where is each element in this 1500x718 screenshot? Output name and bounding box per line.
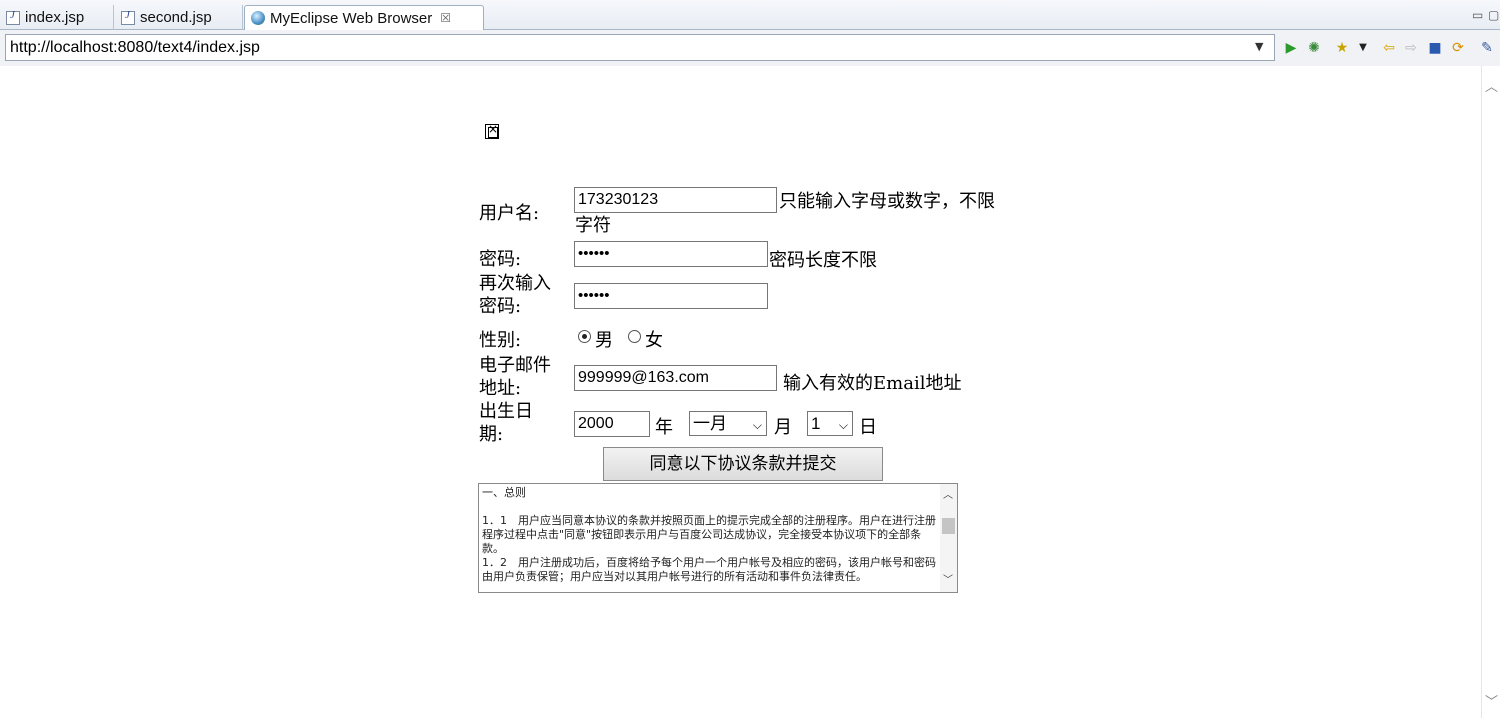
chevron-down-icon[interactable]: ▼ bbox=[1255, 40, 1263, 53]
eclipse-icon[interactable]: ✎ bbox=[1478, 39, 1496, 57]
tab-web-browser[interactable]: MyEclipse Web Browser ☒ bbox=[244, 5, 484, 30]
confirm-password-label: 再次输入密码: bbox=[479, 273, 551, 317]
birthdate-label: 出生日期: bbox=[479, 401, 533, 445]
browser-toolbar: http://localhost:8080/text4/index.jsp ▼ … bbox=[0, 30, 1500, 66]
stop-icon[interactable]: ■ bbox=[1426, 39, 1444, 57]
agreement-textarea[interactable]: 一、总则 1．1 用户应当同意本协议的条款并按照页面上的提示完成全部的注册程序。… bbox=[478, 483, 958, 593]
radio-checked-icon[interactable] bbox=[578, 330, 591, 343]
tab-label: second.jsp bbox=[140, 9, 212, 26]
bookmark-icon[interactable]: ★ bbox=[1333, 39, 1351, 57]
globe-icon bbox=[251, 11, 265, 25]
debug-icon[interactable]: ✺ bbox=[1305, 39, 1323, 57]
gender-label: 性别: bbox=[479, 330, 522, 351]
gender-male-radio[interactable] bbox=[578, 330, 592, 344]
go-icon[interactable]: ▶ bbox=[1282, 39, 1300, 57]
gender-female-radio[interactable] bbox=[628, 330, 642, 344]
agreement-text: 一、总则 1．1 用户应当同意本协议的条款并按照页面上的提示完成全部的注册程序。… bbox=[482, 486, 937, 584]
jsp-file-icon bbox=[121, 9, 135, 25]
scroll-up-icon[interactable]: ︿ bbox=[943, 486, 953, 501]
password-hint: 密码长度不限 bbox=[769, 250, 877, 271]
gender-male-label: 男 bbox=[595, 330, 613, 351]
gender-female-label: 女 bbox=[645, 330, 663, 351]
back-icon[interactable]: ⇦ bbox=[1380, 39, 1398, 57]
day-unit: 日 bbox=[859, 417, 877, 438]
refresh-icon[interactable]: ⟳ bbox=[1449, 39, 1467, 57]
page-scrollbar[interactable]: ︿ ﹀ bbox=[1481, 66, 1500, 718]
password-input[interactable]: •••••• bbox=[574, 241, 768, 267]
maximize-icon[interactable]: ▢ bbox=[1488, 8, 1499, 22]
agreement-clause: 1．2 用户注册成功后，百度将给予每个用户一个用户帐号及相应的密码，该用户帐号和… bbox=[482, 556, 936, 583]
chevron-down-icon: ⌵ bbox=[838, 418, 848, 432]
jsp-file-icon bbox=[6, 9, 20, 25]
year-unit: 年 bbox=[655, 417, 673, 438]
tab-label: index.jsp bbox=[25, 9, 85, 26]
agreement-scrollbar[interactable]: ︿ ﹀ bbox=[940, 484, 957, 592]
scroll-down-icon[interactable]: ﹀ bbox=[1485, 691, 1498, 710]
username-label: 用户名: bbox=[479, 203, 540, 224]
month-value: 一月 bbox=[693, 414, 727, 433]
editor-tab-bar: index.jsp second.jsp MyEclipse Web Brows… bbox=[0, 0, 1500, 30]
confirm-password-input[interactable]: •••••• bbox=[574, 283, 768, 309]
scroll-thumb[interactable] bbox=[942, 518, 955, 534]
chevron-down-icon: ⌵ bbox=[752, 418, 762, 432]
agreement-blank-line bbox=[482, 500, 937, 514]
email-label: 电子邮件地址: bbox=[479, 355, 551, 399]
email-hint: 输入有效的Email地址 bbox=[783, 373, 962, 394]
submit-button[interactable]: 同意以下协议条款并提交 bbox=[603, 447, 883, 481]
close-tab-icon[interactable]: ☒ bbox=[440, 11, 451, 25]
username-hint: 只能输入字母或数字，不限字符 bbox=[575, 191, 995, 236]
broken-image-icon bbox=[485, 122, 499, 139]
chevron-down-icon[interactable]: ▼ bbox=[1354, 39, 1372, 57]
scroll-up-icon[interactable]: ︿ bbox=[1485, 76, 1498, 95]
birth-month-select[interactable]: 一月 ⌵ bbox=[689, 411, 767, 436]
tab-second-jsp[interactable]: second.jsp bbox=[115, 5, 243, 30]
agreement-clause: 1．1 用户应当同意本协议的条款并按照页面上的提示完成全部的注册程序。用户在进行… bbox=[482, 514, 936, 555]
birth-year-input[interactable]: 2000 bbox=[574, 411, 650, 437]
minimize-icon[interactable]: ▭ bbox=[1472, 8, 1483, 22]
forward-icon[interactable]: ⇨ bbox=[1402, 39, 1420, 57]
birth-day-select[interactable]: 1 ⌵ bbox=[807, 411, 853, 436]
radio-unchecked-icon[interactable] bbox=[628, 330, 641, 343]
password-label: 密码: bbox=[479, 249, 522, 270]
tab-index-jsp[interactable]: index.jsp bbox=[0, 5, 114, 30]
scroll-down-icon[interactable]: ﹀ bbox=[943, 571, 953, 586]
day-value: 1 bbox=[811, 414, 821, 433]
month-unit: 月 bbox=[774, 417, 792, 438]
url-input[interactable]: http://localhost:8080/text4/index.jsp bbox=[5, 34, 1275, 61]
agreement-heading: 一、总则 bbox=[482, 486, 526, 499]
email-input[interactable]: 999999@163.com bbox=[574, 365, 777, 391]
tab-label: MyEclipse Web Browser bbox=[270, 9, 433, 27]
